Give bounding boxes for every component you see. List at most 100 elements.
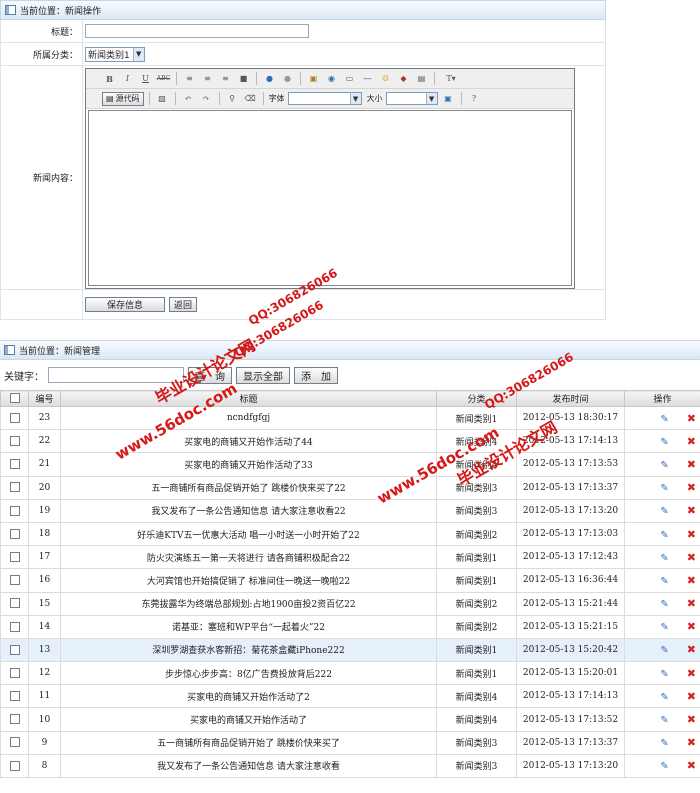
edit-icon[interactable]: ✎ xyxy=(660,437,668,448)
row-checkbox[interactable] xyxy=(9,667,20,678)
link-icon[interactable]: ● xyxy=(262,72,277,86)
align-center-icon[interactable]: ≡ xyxy=(200,72,215,86)
underline-icon[interactable]: U xyxy=(138,72,153,86)
align-justify-icon[interactable]: ■ xyxy=(236,72,251,86)
help-icon[interactable]: ? xyxy=(467,92,482,106)
row-time: 2012-05-13 17:13:37 xyxy=(516,730,625,755)
delete-icon[interactable]: ✖ xyxy=(687,597,696,610)
delete-icon[interactable]: ✖ xyxy=(687,574,696,587)
smiley-icon[interactable]: ☺ xyxy=(378,72,393,86)
row-checkbox[interactable] xyxy=(9,459,20,470)
align-right-icon[interactable]: ≡ xyxy=(218,72,233,86)
toolbar-divider xyxy=(262,92,264,105)
back-button[interactable]: 返回 xyxy=(169,297,198,312)
editor-toolbar-2: ▤ 源代码 ▧ ↶ ↷ ⚲ ⌫ 字体 ▼ 大小 ▼ ▣ ? xyxy=(86,89,574,109)
delete-icon[interactable]: ✖ xyxy=(687,528,696,541)
undo-icon[interactable]: ↶ xyxy=(181,92,196,106)
text-format-icon[interactable]: T▾ xyxy=(440,72,462,86)
table-body: 23 ncndfgfgj 新闻类别1 2012-05-13 18:30:17 ✎ ✖ 22 买… xyxy=(0,405,700,779)
table-row: 18 好乐迪KTV五一优惠大活动 唱一小时送一小时开始了22 新闻类别2 2012-0… xyxy=(0,521,700,547)
category-select[interactable]: 新闻类别1 ▼ xyxy=(85,46,145,62)
row-category: 新闻类别4 xyxy=(436,707,517,732)
col-id: 编号 xyxy=(28,390,61,407)
delete-icon[interactable]: ✖ xyxy=(687,504,696,517)
delete-icon[interactable]: ✖ xyxy=(687,412,696,425)
edit-icon[interactable]: ✎ xyxy=(660,622,668,633)
edit-icon[interactable]: ✎ xyxy=(660,414,668,425)
delete-icon[interactable]: ✖ xyxy=(687,620,696,633)
edit-icon[interactable]: ✎ xyxy=(660,599,668,610)
delete-icon[interactable]: ✖ xyxy=(687,713,696,726)
delete-icon[interactable]: ✖ xyxy=(687,643,696,656)
edit-icon[interactable]: ✎ xyxy=(660,761,668,772)
table-icon[interactable]: ▭ xyxy=(342,72,357,86)
delete-icon[interactable]: ✖ xyxy=(687,551,696,564)
page-break-icon[interactable]: ▤ xyxy=(414,72,429,86)
query-button[interactable]: 查 询 xyxy=(188,366,232,384)
edit-icon[interactable]: ✎ xyxy=(660,530,668,541)
keyword-input[interactable] xyxy=(48,367,184,383)
edit-icon[interactable]: ✎ xyxy=(660,692,668,703)
row-checkbox[interactable] xyxy=(9,436,20,447)
row-category: 新闻类别1 xyxy=(436,405,517,431)
edit-icon[interactable]: ✎ xyxy=(660,738,668,749)
edit-icon[interactable]: ✎ xyxy=(660,715,668,726)
image-icon[interactable]: ▣ xyxy=(306,72,321,86)
row-checkbox[interactable] xyxy=(9,575,20,586)
preview-icon[interactable]: ▣ xyxy=(441,92,456,106)
delete-icon[interactable]: ✖ xyxy=(687,736,696,749)
unlink-icon[interactable]: ● xyxy=(280,72,295,86)
save-button[interactable]: 保存信息 xyxy=(85,297,165,312)
edit-icon[interactable]: ✎ xyxy=(660,460,668,471)
delete-icon[interactable]: ✖ xyxy=(687,759,696,772)
horizontal-rule-icon[interactable]: ― xyxy=(360,72,375,86)
row-checkbox[interactable] xyxy=(9,482,20,493)
edit-icon[interactable]: ✎ xyxy=(660,483,668,494)
edit-icon[interactable]: ✎ xyxy=(660,669,668,680)
eraser-icon[interactable]: ⌫ xyxy=(243,92,258,106)
bold-icon[interactable]: B xyxy=(102,72,117,86)
delete-icon[interactable]: ✖ xyxy=(687,667,696,680)
row-checkbox[interactable] xyxy=(9,412,20,423)
table-row: 10 买家电的商铺又开始作活动了 新闻类别4 2012-05-13 17:13:52 ✎… xyxy=(0,707,700,732)
edit-icon[interactable]: ✎ xyxy=(660,645,668,656)
row-checkbox[interactable] xyxy=(9,621,20,632)
row-checkbox[interactable] xyxy=(9,714,20,725)
size-select[interactable]: ▼ xyxy=(385,92,438,105)
row-title: 我又发布了一条公告通知信息 请大家注意收看22 xyxy=(60,498,437,523)
select-all-checkbox[interactable] xyxy=(9,393,20,404)
delete-icon[interactable]: ✖ xyxy=(687,435,696,448)
row-checkbox[interactable] xyxy=(9,760,20,771)
row-checkbox[interactable] xyxy=(9,737,20,748)
delete-icon[interactable]: ✖ xyxy=(687,481,696,494)
col-time: 发布时间 xyxy=(516,390,625,407)
flash-icon[interactable]: ◉ xyxy=(324,72,339,86)
paste-icon[interactable]: ▧ xyxy=(155,92,170,106)
add-button[interactable]: 添 加 xyxy=(294,366,338,384)
special-char-icon[interactable]: ◆ xyxy=(396,72,411,86)
source-code-button[interactable]: ▤ 源代码 xyxy=(102,91,144,106)
toolbar-divider xyxy=(460,92,462,105)
row-checkbox[interactable] xyxy=(9,505,20,516)
find-icon[interactable]: ⚲ xyxy=(225,92,240,106)
row-checkbox[interactable] xyxy=(9,644,20,655)
delete-icon[interactable]: ✖ xyxy=(687,458,696,471)
edit-icon[interactable]: ✎ xyxy=(660,576,668,587)
row-checkbox[interactable] xyxy=(9,528,20,539)
italic-icon[interactable]: I xyxy=(120,72,135,86)
strikethrough-icon[interactable]: ABC xyxy=(156,72,171,86)
row-ops: ✎ ✖ xyxy=(624,684,700,709)
font-select[interactable]: ▼ xyxy=(287,92,362,105)
delete-icon[interactable]: ✖ xyxy=(687,690,696,703)
align-left-icon[interactable]: ≡ xyxy=(182,72,197,86)
row-checkbox[interactable] xyxy=(9,551,20,562)
title-input[interactable] xyxy=(85,24,309,38)
edit-icon[interactable]: ✎ xyxy=(660,506,668,517)
edit-icon[interactable]: ✎ xyxy=(660,553,668,564)
row-id: 10 xyxy=(28,707,61,732)
row-checkbox[interactable] xyxy=(9,691,20,702)
show-all-button[interactable]: 显示全部 xyxy=(236,366,290,384)
row-checkbox[interactable] xyxy=(9,598,20,609)
editor-content-area[interactable] xyxy=(88,110,572,286)
redo-icon[interactable]: ↷ xyxy=(199,92,214,106)
